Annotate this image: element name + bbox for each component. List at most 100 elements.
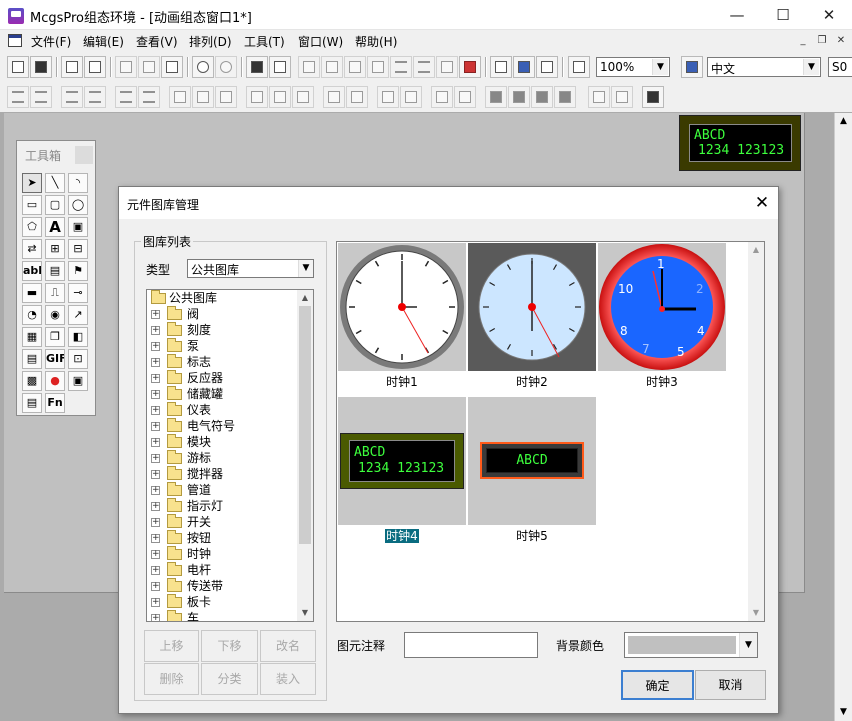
line-width-button[interactable] [413,56,435,78]
undo-button[interactable] [192,56,214,78]
expand-icon[interactable]: + [151,598,160,607]
expand-icon[interactable]: + [151,454,160,463]
gallery-item-clock5[interactable]: ABCD [468,397,596,525]
align-left-button[interactable] [7,86,29,108]
rename-button[interactable]: 改名 [260,630,316,662]
grid-dots-button[interactable] [642,86,664,108]
alarm-bar-tool[interactable]: ▣ [68,371,88,391]
expand-icon[interactable]: + [151,390,160,399]
maximize-button[interactable]: ☐ [760,0,806,30]
print-preview-button[interactable] [84,56,106,78]
menu-file[interactable]: 文件(F) [31,33,71,50]
fill-color-button[interactable] [298,56,320,78]
minimize-button[interactable]: — [714,0,760,30]
expand-icon[interactable]: + [151,358,160,367]
scroll-down-icon[interactable]: ▼ [835,704,852,721]
menu-tools[interactable]: 工具(T) [244,33,285,50]
custom-window-tool[interactable]: ❐ [45,327,65,347]
move-down-button[interactable]: 下移 [201,630,258,662]
table-tool[interactable]: ▦ [22,327,42,347]
flow-tool[interactable]: ⇄ [22,239,42,259]
flip-vertical-button[interactable] [400,86,422,108]
menu-arrange[interactable]: 排列(D) [189,33,232,50]
report-tool[interactable]: ▤ [22,349,42,369]
dialog-close-icon[interactable]: ✕ [753,194,771,212]
align-tool-button[interactable] [269,56,291,78]
paste-button[interactable] [161,56,183,78]
rounded-rect-tool[interactable]: ▢ [45,195,65,215]
chart-tool[interactable]: ◧ [68,327,88,347]
gif-tool[interactable]: GIF [45,349,65,369]
align-bottom-button[interactable] [84,86,106,108]
alarm-light-tool[interactable]: ● [45,371,65,391]
expand-icon[interactable]: + [151,342,160,351]
font-button[interactable] [367,56,389,78]
move-up-button[interactable]: 上移 [144,630,199,662]
mdi-close-button[interactable]: ✕ [834,34,848,48]
ellipse-tool[interactable]: ◯ [68,195,88,215]
line-color-button[interactable] [321,56,343,78]
mdi-restore-button[interactable]: ❐ [815,34,829,48]
menu-edit[interactable]: 编辑(E) [83,33,124,50]
insert-element-tool[interactable]: ⊞ [45,239,65,259]
gallery-scrollbar[interactable]: ▲ ▼ [748,242,764,621]
expand-icon[interactable]: + [151,422,160,431]
space-horizontal-button[interactable] [246,86,268,108]
knob-tool[interactable]: ◔ [22,305,42,325]
toolbox-grip[interactable] [75,146,93,164]
close-button[interactable]: ✕ [806,0,852,30]
line-style-button[interactable] [390,56,412,78]
save-element-tool[interactable]: ⊟ [68,239,88,259]
dynamic-button-tool[interactable]: ⎍ [45,283,65,303]
type-select[interactable]: 公共图库 ▼ [187,259,314,278]
same-height-button[interactable] [192,86,214,108]
lock-button[interactable] [588,86,610,108]
workspace-scrollbar[interactable]: ▲ ▼ [834,113,852,721]
ok-button[interactable]: 确定 [621,670,694,700]
new-window-button[interactable] [7,56,29,78]
scroll-thumb[interactable] [299,306,311,544]
toolbox-toggle-button[interactable] [246,56,268,78]
expand-icon[interactable]: + [151,438,160,447]
function-tool[interactable]: Fn [45,393,65,413]
gallery-item-clock2[interactable] [468,243,596,371]
line-tool[interactable]: ╲ [45,173,65,193]
trend-tool[interactable]: ↗ [68,305,88,325]
input-box-tool[interactable]: abl [22,261,42,281]
help-button[interactable] [568,56,590,78]
language-icon-button[interactable] [681,56,703,78]
redo-button[interactable] [215,56,237,78]
note-input[interactable] [404,632,538,658]
expand-icon[interactable]: + [151,534,160,543]
delete-button[interactable]: 删除 [144,663,199,695]
expand-icon[interactable]: + [151,486,160,495]
tree-scrollbar[interactable]: ▲ ▼ [297,290,313,621]
expand-icon[interactable]: + [151,470,160,479]
bitmap-tool[interactable]: ▣ [68,217,88,237]
language-select[interactable]: 中文 ▼ [707,57,821,77]
rectangle-tool[interactable]: ▭ [22,195,42,215]
align-right-button[interactable] [30,86,52,108]
zoom-select[interactable]: 100% ▼ [596,57,670,77]
expand-icon[interactable]: + [151,582,160,591]
background-color-select[interactable]: ▼ [624,632,758,658]
fix-button[interactable] [611,86,633,108]
sort-button[interactable] [536,56,558,78]
same-size-button[interactable] [169,86,191,108]
expand-icon[interactable]: + [151,374,160,383]
extra-select[interactable]: S0 [828,57,852,77]
cut-button[interactable] [115,56,137,78]
qrcode-tool[interactable]: ▩ [22,371,42,391]
slider-tool[interactable]: ⊸ [68,283,88,303]
expand-icon[interactable]: + [151,406,160,415]
scroll-up-icon[interactable]: ▲ [297,290,313,306]
group-button[interactable] [431,86,453,108]
print-button[interactable] [61,56,83,78]
center-vertical-button[interactable] [138,86,160,108]
properties-button[interactable] [490,56,512,78]
menu-help[interactable]: 帮助(H) [355,33,397,50]
bring-forward-button[interactable] [531,86,553,108]
scroll-up-icon[interactable]: ▲ [748,242,764,258]
text-tool[interactable]: A [45,217,65,237]
mdi-minimize-button[interactable]: _ [796,34,810,48]
